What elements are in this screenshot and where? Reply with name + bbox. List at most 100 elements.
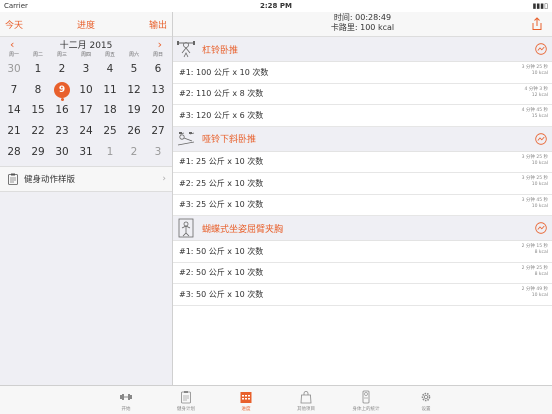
- calendar-day[interactable]: 8: [26, 80, 50, 101]
- calendar-day[interactable]: 31: [74, 141, 98, 162]
- calendar-day[interactable]: 25: [98, 121, 122, 142]
- tab-item[interactable]: 设置: [396, 386, 456, 414]
- tab-item[interactable]: 进度: [216, 386, 276, 414]
- set-calories: 10 kcal: [531, 182, 548, 187]
- today-button[interactable]: 今天: [5, 18, 23, 31]
- set-row[interactable]: #2: 25 公斤 x 10 次数 3 分钟 25 秒 10 kcal: [173, 173, 552, 195]
- progress-chart-icon[interactable]: [535, 43, 547, 55]
- set-row[interactable]: #2: 110 公斤 x 8 次数 4 分钟 3 秒 12 kcal: [173, 84, 552, 105]
- set-calories: 15 kcal: [531, 114, 548, 119]
- calendar-day[interactable]: 11: [98, 80, 122, 101]
- calendar-day[interactable]: 17: [74, 100, 98, 121]
- set-label: #3: 120 公斤 x 6 次数: [179, 110, 264, 120]
- calendar-day[interactable]: 13: [146, 80, 170, 101]
- exercise-header[interactable]: 蝴蝶式坐姿屈臂夹胸: [173, 216, 552, 241]
- right-navbar: 时间: 00:28:49 卡路里: 100 kcal: [173, 12, 552, 37]
- calendar-day[interactable]: 26: [122, 121, 146, 142]
- set-meta: 3 分钟 45 秒 10 kcal: [522, 198, 548, 210]
- calendar-day[interactable]: 12: [122, 80, 146, 101]
- calendar-day[interactable]: 16: [50, 100, 74, 121]
- tab-item[interactable]: 其他项目: [276, 386, 336, 414]
- calendar-day[interactable]: 27: [146, 121, 170, 142]
- calendar-day[interactable]: 24: [74, 121, 98, 142]
- set-row[interactable]: #3: 120 公斤 x 6 次数 4 分钟 45 秒 15 kcal: [173, 105, 552, 127]
- exercise-header[interactable]: 杠铃卧推: [173, 37, 552, 62]
- weekday-label: 周三: [56, 52, 67, 58]
- tab-label: 其他项目: [297, 407, 315, 412]
- tab-item[interactable]: 健身计划: [156, 386, 216, 414]
- exercise-illustration-icon: [178, 218, 194, 238]
- calendar-day-selected[interactable]: 9: [50, 80, 74, 101]
- workout-template-row[interactable]: 健身动作样版 ›: [0, 166, 172, 192]
- export-button[interactable]: 输出: [149, 18, 167, 31]
- exercise-name: 哑铃下斜卧推: [202, 135, 257, 145]
- calendar-day[interactable]: 20: [146, 100, 170, 121]
- set-row[interactable]: #2: 50 公斤 x 10 次数 2 分钟 25 秒8 kcal: [173, 263, 552, 284]
- set-row[interactable]: #3: 50 公斤 x 10 次数 2 分钟 49 秒 10 kcal: [173, 284, 552, 306]
- calendar-day[interactable]: 30: [2, 59, 26, 80]
- calendar-day[interactable]: 14: [2, 100, 26, 121]
- set-row[interactable]: #1: 25 公斤 x 10 次数 3 分钟 25 秒 10 kcal: [173, 152, 552, 173]
- set-row[interactable]: #1: 100 公斤 x 10 次数 3 分钟 25 秒 10 kcal: [173, 62, 552, 84]
- calendar-day[interactable]: 23: [50, 121, 74, 142]
- next-month-button[interactable]: ›: [158, 38, 162, 51]
- tab-item[interactable]: 开始: [96, 386, 156, 414]
- calendar-day[interactable]: 1: [98, 141, 122, 162]
- clipboard-icon: [181, 391, 191, 404]
- set-calories: 12 kcal: [531, 92, 548, 98]
- exercise-illustration-icon: [177, 131, 195, 145]
- calendar-day[interactable]: 10: [74, 80, 98, 101]
- calendar-header: ‹ 十二月 2015 ›: [0, 37, 172, 51]
- calendar-day[interactable]: 28: [2, 141, 26, 162]
- set-calories: 8 kcal: [534, 271, 548, 277]
- calendar-day[interactable]: 5: [122, 59, 146, 80]
- tab-item[interactable]: 身体上的统计: [336, 386, 396, 414]
- calendar-icon: [240, 392, 252, 403]
- right-pane: 时间: 00:28:49 卡路里: 100 kcal 杠铃卧推 #1: 100 公…: [173, 12, 552, 386]
- calendar-day[interactable]: 30: [50, 141, 74, 162]
- calendar-day[interactable]: 22: [26, 121, 50, 142]
- calendar-day[interactable]: 29: [26, 141, 50, 162]
- calendar-day[interactable]: 21: [2, 121, 26, 142]
- set-label: #1: 100 公斤 x 10 次数: [179, 67, 269, 77]
- calendar-day[interactable]: 2: [122, 141, 146, 162]
- set-meta: 3 分钟 25 秒 10 kcal: [522, 65, 548, 77]
- progress-chart-icon[interactable]: [535, 132, 547, 145]
- status-bar: Carrier 2:28 PM ▮▮▮▯: [0, 0, 552, 12]
- set-calories: 10 kcal: [531, 160, 548, 166]
- calendar-day[interactable]: 18: [98, 100, 122, 121]
- weekday-label: 周五: [104, 52, 115, 58]
- calendar-day[interactable]: 15: [26, 100, 50, 121]
- set-meta: 3 分钟 25 秒 10 kcal: [522, 176, 548, 188]
- clipboard-icon: [8, 173, 18, 185]
- set-duration: 3 分钟 25 秒: [521, 154, 548, 160]
- set-calories: 10 kcal: [531, 293, 548, 298]
- set-calories: 10 kcal: [531, 203, 548, 209]
- weekday-label: 周日: [152, 52, 163, 58]
- calendar-day[interactable]: 4: [98, 59, 122, 80]
- set-label: #1: 25 公斤 x 10 次数: [179, 157, 264, 167]
- calendar-day[interactable]: 3: [74, 59, 98, 80]
- tab-label: 设置: [421, 407, 431, 412]
- bag-icon: [300, 391, 312, 404]
- calendar-day[interactable]: 1: [26, 59, 50, 80]
- dumbbell-icon: [120, 394, 132, 400]
- set-duration: 3 分钟 45 秒: [521, 197, 548, 203]
- calendar-day[interactable]: 6: [146, 59, 170, 80]
- set-meta: 4 分钟 45 秒 15 kcal: [522, 108, 548, 120]
- calendar-day[interactable]: 19: [122, 100, 146, 121]
- chevron-right-icon: ›: [162, 174, 166, 184]
- session-summary: 时间: 00:28:49 卡路里: 100 kcal: [173, 13, 552, 33]
- calendar-day[interactable]: 3: [146, 141, 170, 162]
- set-row[interactable]: #3: 25 公斤 x 10 次数 3 分钟 45 秒 10 kcal: [173, 195, 552, 216]
- progress-chart-icon[interactable]: [535, 222, 547, 234]
- set-meta: 4 分钟 3 秒 12 kcal: [524, 87, 548, 99]
- share-icon[interactable]: [530, 17, 544, 31]
- exercise-header[interactable]: 哑铃下斜卧推: [173, 126, 552, 152]
- tab-label: 健身计划: [177, 407, 195, 412]
- calendar-day[interactable]: 7: [2, 80, 26, 101]
- session-calories: 卡路里: 100 kcal: [330, 23, 395, 32]
- set-row[interactable]: #1: 50 公斤 x 10 次数 2 分钟 15 秒8 kcal: [173, 241, 552, 263]
- calendar-day[interactable]: 2: [50, 59, 74, 80]
- prev-month-button[interactable]: ‹: [10, 38, 14, 51]
